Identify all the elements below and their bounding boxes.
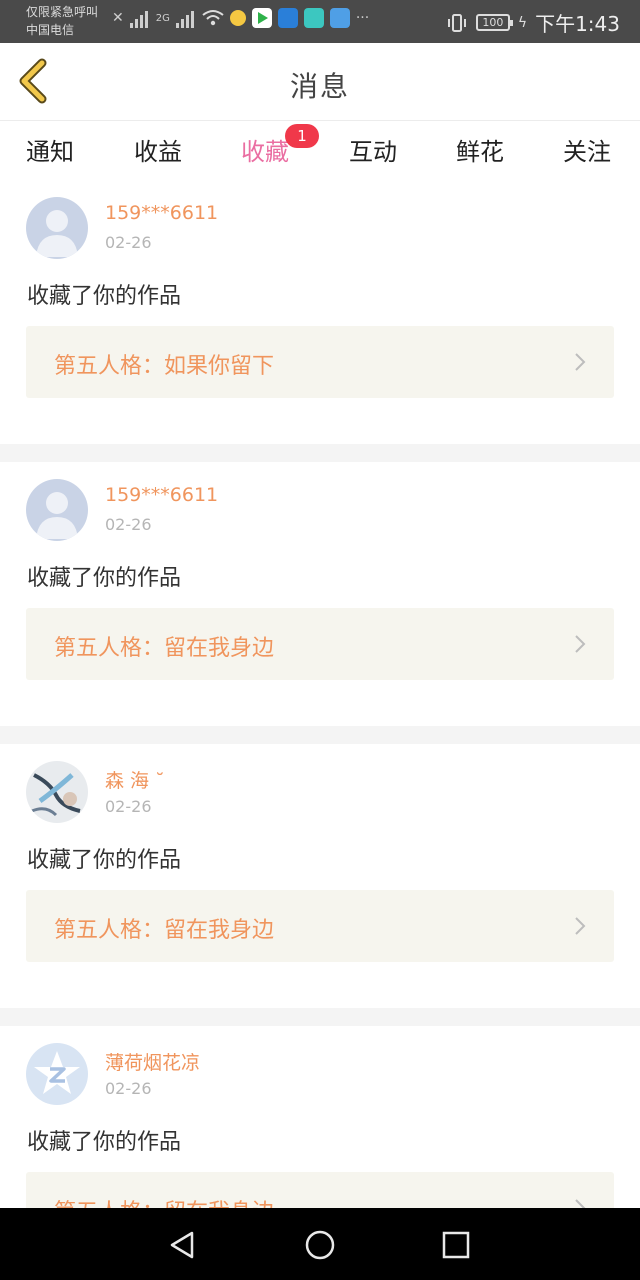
action-text: 收藏了你的作品 xyxy=(27,284,182,309)
action-text: 收藏了你的作品 xyxy=(27,1130,182,1155)
work-title: 第五人格：如果你留下 xyxy=(54,354,275,379)
message-date: 02-26 xyxy=(105,1079,152,1098)
artwork-avatar-icon xyxy=(26,761,88,823)
avatar[interactable] xyxy=(26,761,88,823)
status-icons: ✕ 2G ··· xyxy=(112,8,369,28)
action-text: 收藏了你的作品 xyxy=(27,566,182,591)
status-right: 100 ϟ 下午1:43 xyxy=(446,8,620,37)
network-type-label: 2G xyxy=(155,12,170,24)
tab-label: 收益 xyxy=(134,138,182,166)
work-link[interactable]: 第五人格：留在我身边 xyxy=(26,890,614,962)
avatar[interactable] xyxy=(26,197,88,259)
action-text: 收藏了你的作品 xyxy=(27,848,182,873)
tab-favorites[interactable]: 收藏 1 xyxy=(241,124,319,184)
battery-icon: 100 xyxy=(475,14,513,31)
message-item: 森 海 ˘ 02-26 收藏了你的作品 第五人格：留在我身边 xyxy=(0,744,640,1008)
app-header: 消息 xyxy=(0,43,640,121)
unread-badge: 1 xyxy=(285,124,319,148)
divider xyxy=(0,726,640,744)
message-item: 159***6611 02-26 收藏了你的作品 第五人格：如果你留下 xyxy=(0,180,640,444)
tab-flowers[interactable]: 鲜花 xyxy=(456,132,504,180)
wifi-app-icon xyxy=(277,8,298,28)
clock: 下午1:43 xyxy=(535,12,620,36)
work-link[interactable]: 第五人格：留在我身边 xyxy=(26,608,614,680)
avatar[interactable] xyxy=(26,1043,88,1105)
username[interactable]: 森 海 ˘ xyxy=(105,766,165,793)
avatar[interactable] xyxy=(26,479,88,541)
tab-label: 通知 xyxy=(26,138,74,166)
tab-label: 鲜花 xyxy=(456,138,504,166)
username[interactable]: 159***6611 xyxy=(105,202,218,224)
message-item: 159***6611 02-26 收藏了你的作品 第五人格：留在我身边 xyxy=(0,462,640,726)
default-avatar-icon xyxy=(26,479,88,541)
status-bar: 仅限紧急呼叫 中国电信 ✕ 2G ··· 100 ϟ 下午1:43 xyxy=(0,0,640,43)
back-triangle-icon[interactable] xyxy=(166,1228,200,1262)
message-date: 02-26 xyxy=(105,797,152,816)
message-date: 02-26 xyxy=(105,233,152,252)
chevron-right-icon xyxy=(575,917,586,935)
chevron-right-icon xyxy=(575,353,586,371)
chat-app-icon xyxy=(303,8,324,28)
tab-label: 收藏 xyxy=(241,138,289,166)
paper-plane-app-icon xyxy=(329,8,350,28)
tab-interactions[interactable]: 互动 xyxy=(349,132,397,180)
tab-label: 关注 xyxy=(563,138,611,166)
tab-label: 互动 xyxy=(349,138,397,166)
divider xyxy=(0,444,640,462)
home-circle-icon[interactable] xyxy=(303,1228,337,1262)
no-sim-icon: ✕ xyxy=(112,10,124,26)
message-date: 02-26 xyxy=(105,515,152,534)
signal-icon xyxy=(129,8,150,28)
work-title: 第五人格：留在我身边 xyxy=(54,918,275,943)
qzone-star-avatar-icon xyxy=(26,1043,88,1105)
page-title: 消息 xyxy=(289,70,350,103)
play-store-icon xyxy=(251,8,272,28)
carrier-info: 仅限紧急呼叫 中国电信 xyxy=(26,3,98,39)
work-title: 第五人格：留在我身边 xyxy=(54,636,275,661)
divider xyxy=(0,1008,640,1026)
system-nav-bar xyxy=(0,1208,640,1280)
emergency-calls-text: 仅限紧急呼叫 xyxy=(26,5,99,19)
username[interactable]: 薄荷烟花凉 xyxy=(105,1048,200,1075)
app-notification-icon-1 xyxy=(229,10,246,26)
recents-square-icon[interactable] xyxy=(439,1228,473,1262)
tab-following[interactable]: 关注 xyxy=(563,132,611,180)
tab-bar: 通知 收益 收藏 1 互动 鲜花 关注 xyxy=(0,122,640,184)
more-notifications-icon: ··· xyxy=(355,10,370,26)
wifi-icon xyxy=(202,10,224,26)
vibrate-icon xyxy=(447,13,466,32)
username[interactable]: 159***6611 xyxy=(105,484,218,506)
work-link[interactable]: 第五人格：如果你留下 xyxy=(26,326,614,398)
carrier-name: 中国电信 xyxy=(26,23,75,37)
tab-notifications[interactable]: 通知 xyxy=(26,132,74,180)
chevron-right-icon xyxy=(575,635,586,653)
default-avatar-icon xyxy=(26,197,88,259)
tab-earnings[interactable]: 收益 xyxy=(134,132,182,180)
signal-icon-2 xyxy=(175,8,196,28)
charging-icon: ϟ xyxy=(517,14,528,31)
message-list: 159***6611 02-26 收藏了你的作品 第五人格：如果你留下 159*… xyxy=(0,180,640,1280)
